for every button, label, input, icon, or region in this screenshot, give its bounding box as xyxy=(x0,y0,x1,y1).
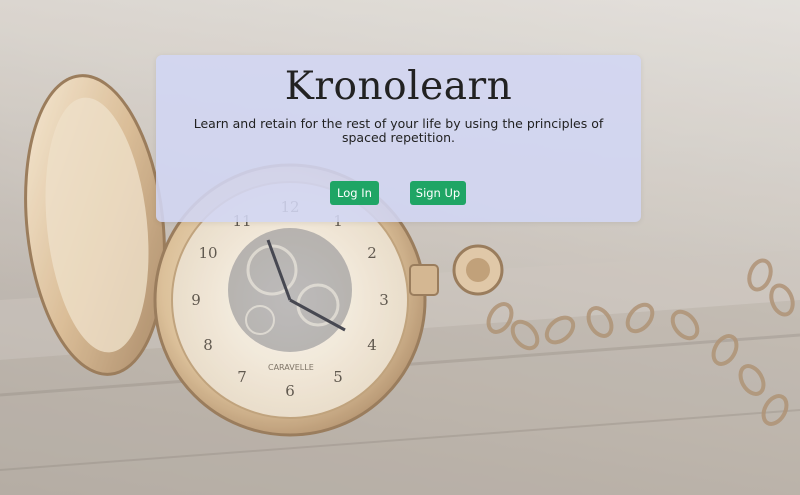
hero-card: Kronolearn Learn and retain for the rest… xyxy=(156,55,641,222)
signup-button[interactable]: Sign Up xyxy=(410,181,466,205)
login-button[interactable]: Log In xyxy=(330,181,379,205)
hero-tagline: Learn and retain for the rest of your li… xyxy=(193,116,604,145)
brand-title: Kronolearn xyxy=(284,64,513,109)
